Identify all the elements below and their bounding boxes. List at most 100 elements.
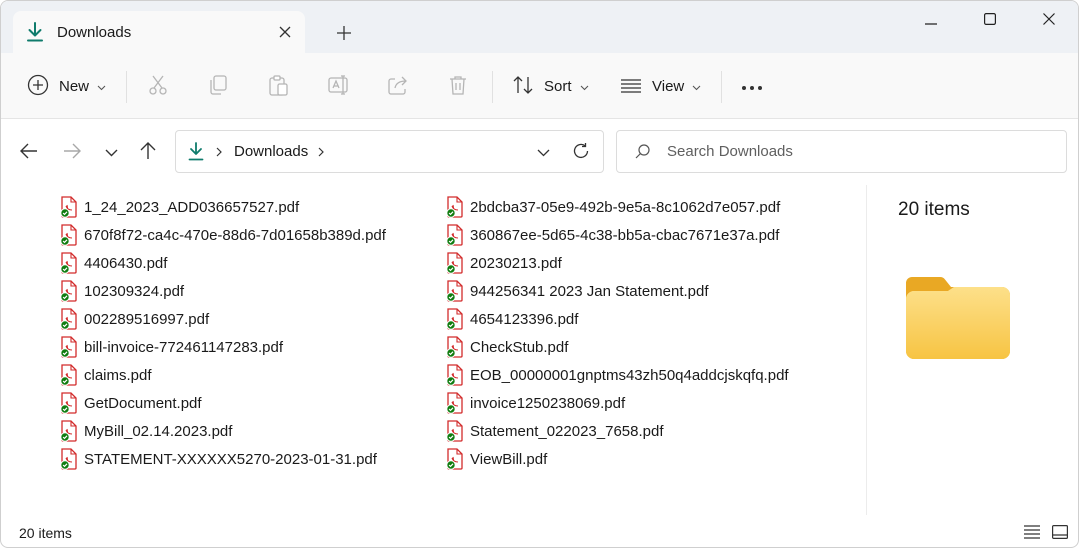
pdf-file-synced-icon xyxy=(60,252,78,274)
file-item[interactable]: 1_24_2023_ADD036657527.pdf xyxy=(60,193,386,221)
details-view-button[interactable] xyxy=(1021,523,1043,543)
cut-icon xyxy=(147,74,169,99)
file-name: 4654123396.pdf xyxy=(470,310,579,328)
details-pane: 20 items xyxy=(867,185,1078,515)
pdf-file-synced-icon xyxy=(446,420,464,442)
file-item[interactable]: 20230213.pdf xyxy=(446,249,789,277)
file-name: MyBill_02.14.2023.pdf xyxy=(84,422,233,440)
address-bar[interactable]: Downloads xyxy=(175,130,604,173)
paste-button[interactable] xyxy=(267,67,289,105)
tab-downloads[interactable]: Downloads xyxy=(13,11,305,53)
pdf-file-synced-icon xyxy=(446,336,464,358)
cut-button[interactable] xyxy=(147,67,169,105)
file-item[interactable]: ViewBill.pdf xyxy=(446,445,789,473)
file-name: 944256341 2023 Jan Statement.pdf xyxy=(470,282,709,300)
large-icons-view-button[interactable] xyxy=(1049,523,1071,543)
breadcrumb-downloads[interactable]: Downloads xyxy=(234,143,308,160)
file-name: 4406430.pdf xyxy=(84,254,168,272)
file-item[interactable]: CheckStub.pdf xyxy=(446,333,789,361)
back-button[interactable] xyxy=(13,136,45,168)
minimize-button[interactable] xyxy=(902,1,960,39)
file-item[interactable]: MyBill_02.14.2023.pdf xyxy=(60,417,386,445)
file-column-2: 2bdcba37-05e9-492b-9e5a-8c1062d7e057.pdf… xyxy=(446,193,789,473)
forward-button[interactable] xyxy=(56,136,88,168)
command-bar: New Sort View xyxy=(1,53,1078,119)
file-item[interactable]: GetDocument.pdf xyxy=(60,389,386,417)
toolbar-divider xyxy=(492,71,493,103)
file-item[interactable]: 2bdcba37-05e9-492b-9e5a-8c1062d7e057.pdf xyxy=(446,193,789,221)
pdf-file-synced-icon xyxy=(60,420,78,442)
tab-title: Downloads xyxy=(57,23,132,41)
file-item[interactable]: bill-invoice-772461147283.pdf xyxy=(60,333,386,361)
search-box[interactable] xyxy=(616,130,1067,173)
new-tab-button[interactable] xyxy=(329,19,359,47)
address-history-button[interactable] xyxy=(528,137,558,167)
view-label: View xyxy=(652,77,685,95)
delete-icon xyxy=(447,74,469,99)
file-name: 670f8f72-ca4c-470e-88d6-7d01658b389d.pdf xyxy=(84,226,386,244)
delete-button[interactable] xyxy=(447,67,469,105)
file-item[interactable]: EOB_00000001gnptms43zh50q4addcjskqfq.pdf xyxy=(446,361,789,389)
file-name: 20230213.pdf xyxy=(470,254,562,272)
pdf-file-synced-icon xyxy=(60,224,78,246)
share-button[interactable] xyxy=(387,67,409,105)
refresh-button[interactable] xyxy=(566,137,596,167)
maximize-icon xyxy=(984,12,997,28)
file-name: claims.pdf xyxy=(84,366,152,384)
sort-button[interactable]: Sort xyxy=(512,67,589,105)
file-item[interactable]: 002289516997.pdf xyxy=(60,305,386,333)
arrow-right-icon xyxy=(63,143,81,162)
file-list: 1_24_2023_ADD036657527.pdf 670f8f72-ca4c-… xyxy=(1,185,866,515)
file-name: EOB_00000001gnptms43zh50q4addcjskqfq.pdf xyxy=(470,366,789,384)
file-name: invoice1250238069.pdf xyxy=(470,394,626,412)
file-item[interactable]: claims.pdf xyxy=(60,361,386,389)
recent-locations-button[interactable] xyxy=(95,136,127,168)
new-button[interactable]: New xyxy=(27,67,106,105)
new-label: New xyxy=(59,77,90,95)
up-button[interactable] xyxy=(132,136,164,168)
file-name: 002289516997.pdf xyxy=(84,310,210,328)
view-button[interactable]: View xyxy=(620,67,701,105)
more-icon xyxy=(741,78,763,94)
file-item[interactable]: invoice1250238069.pdf xyxy=(446,389,789,417)
file-item[interactable]: STATEMENT-XXXXXX5270-2023-01-31.pdf xyxy=(60,445,386,473)
chevron-down-icon xyxy=(97,78,106,94)
maximize-button[interactable] xyxy=(961,1,1019,39)
pdf-file-synced-icon xyxy=(60,196,78,218)
search-input[interactable] xyxy=(667,143,1047,160)
pdf-file-synced-icon xyxy=(446,364,464,386)
chevron-right-icon[interactable] xyxy=(318,147,325,157)
pdf-file-synced-icon xyxy=(446,280,464,302)
pdf-file-synced-icon xyxy=(60,280,78,302)
file-item[interactable]: 670f8f72-ca4c-470e-88d6-7d01658b389d.pdf xyxy=(60,221,386,249)
file-item[interactable]: 944256341 2023 Jan Statement.pdf xyxy=(446,277,789,305)
pdf-file-synced-icon xyxy=(446,448,464,470)
file-item[interactable]: 4654123396.pdf xyxy=(446,305,789,333)
file-item[interactable]: 102309324.pdf xyxy=(60,277,386,305)
status-item-count: 20 items xyxy=(19,525,72,541)
status-bar: 20 items xyxy=(1,515,1078,547)
view-icon xyxy=(620,74,642,99)
close-window-button[interactable] xyxy=(1020,1,1078,39)
more-options-button[interactable] xyxy=(741,67,763,105)
chevron-down-icon xyxy=(105,144,118,160)
refresh-icon xyxy=(572,142,590,163)
rename-button[interactable] xyxy=(327,67,351,105)
search-icon xyxy=(635,144,651,159)
share-icon xyxy=(387,74,409,99)
pdf-file-synced-icon xyxy=(60,448,78,470)
rename-icon xyxy=(327,74,351,99)
arrow-up-icon xyxy=(140,141,156,163)
pdf-file-synced-icon xyxy=(446,252,464,274)
file-column-1: 1_24_2023_ADD036657527.pdf 670f8f72-ca4c-… xyxy=(60,193,386,473)
minimize-icon xyxy=(925,12,937,28)
file-item[interactable]: 4406430.pdf xyxy=(60,249,386,277)
sort-label: Sort xyxy=(544,77,572,95)
file-item[interactable]: 360867ee-5d65-4c38-bb5a-cbac7671e37a.pdf xyxy=(446,221,789,249)
paste-icon xyxy=(267,74,289,99)
chevron-right-icon[interactable] xyxy=(216,147,222,157)
file-item[interactable]: Statement_022023_7658.pdf xyxy=(446,417,789,445)
chevron-down-icon xyxy=(537,144,550,160)
tab-close-icon[interactable] xyxy=(271,18,299,46)
copy-button[interactable] xyxy=(207,67,229,105)
